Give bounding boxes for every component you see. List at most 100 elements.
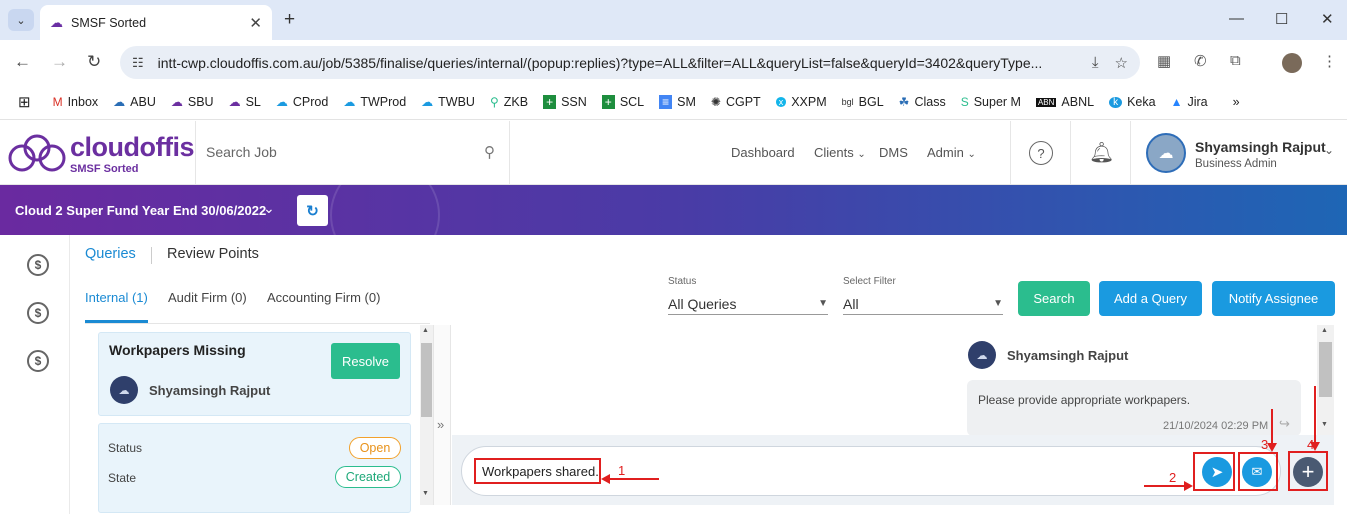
scroll-down-icon[interactable]: ▼	[422, 490, 429, 497]
annotation-number-4: 4	[1307, 437, 1315, 452]
bookmark-twprod[interactable]: ☁ TWProd	[343, 95, 406, 109]
new-tab-icon[interactable]: +	[284, 9, 295, 31]
user-avatar[interactable]: ☁	[1146, 133, 1186, 173]
finance-settings-icon[interactable]: $	[27, 302, 49, 324]
help-icon[interactable]: ?	[1029, 141, 1053, 165]
xero-icon: x	[775, 97, 787, 107]
sheets-icon: +	[543, 95, 557, 109]
apps-grid-icon[interactable]: ⊞	[18, 93, 31, 111]
bookmark-xxpm[interactable]: x XXPM	[775, 95, 827, 109]
subtab-audit-firm[interactable]: Audit Firm (0)	[168, 290, 247, 305]
install-app-icon[interactable]: ⤓	[1092, 54, 1099, 71]
forward-icon[interactable]: →	[51, 52, 68, 72]
bookmark-zkb[interactable]: ⚲ ZKB	[490, 95, 528, 109]
scroll-up-icon[interactable]: ▲	[1321, 327, 1328, 334]
bookmark-ssn[interactable]: + SSN	[543, 95, 587, 109]
tab-search-dropdown-icon[interactable]: ⌄	[8, 9, 34, 31]
message-text: Please provide appropriate workpapers.	[978, 393, 1191, 407]
search-button[interactable]: Search	[1018, 281, 1090, 316]
query-list-scroll-thumb[interactable]	[421, 343, 432, 417]
conversation-scroll-thumb[interactable]	[1319, 342, 1332, 397]
panel-expander[interactable]: »	[433, 325, 451, 505]
query-author: Shyamsingh Rajput	[149, 383, 271, 398]
annotation-number-2: 2	[1169, 470, 1177, 485]
finance-dollar-icon[interactable]: $	[27, 254, 49, 276]
phone-extension-icon[interactable]: ✆	[1194, 52, 1207, 70]
finance-report-icon[interactable]: $	[27, 350, 49, 372]
profile-avatar[interactable]	[1282, 53, 1302, 73]
cloud-icon: ☁	[228, 95, 241, 109]
nav-admin[interactable]: Admin ⌄	[927, 145, 976, 160]
scroll-down-icon[interactable]: ▼	[1321, 421, 1328, 428]
bookmark-cprod[interactable]: ☁ CProd	[276, 95, 328, 109]
bookmark-keka[interactable]: k Keka	[1109, 95, 1156, 109]
bookmark-sm[interactable]: ≡ SM	[659, 95, 696, 109]
bookmark-scl[interactable]: + SCL	[601, 95, 644, 109]
status-badge: Open	[349, 437, 401, 459]
chevron-down-icon: ⌄	[857, 149, 866, 160]
subtab-internal[interactable]: Internal (1)	[85, 290, 148, 305]
back-icon[interactable]: ←	[14, 52, 31, 72]
bookmark-twbu[interactable]: ☁ TWBU	[421, 95, 475, 109]
zkb-icon: ⚲	[489, 95, 499, 109]
resolve-button[interactable]: Resolve	[331, 343, 400, 379]
extensions-icon[interactable]: ⧉	[1230, 52, 1241, 69]
bookmark-inbox[interactable]: M Inbox	[53, 95, 99, 109]
tab-queries[interactable]: Queries	[85, 246, 136, 262]
status-filter-select[interactable]: All Queries ▼	[668, 293, 828, 315]
forward-icon[interactable]: ↪	[1279, 416, 1290, 432]
super-m-icon: S	[960, 95, 969, 109]
bookmark-abu[interactable]: ☁ ABU	[113, 95, 156, 109]
bookmark-class[interactable]: ☘ Class	[899, 95, 946, 109]
job-title[interactable]: Cloud 2 Super Fund Year End 30/06/2022	[15, 203, 266, 218]
bookmark-label: ABNL	[1061, 95, 1095, 109]
close-window-icon[interactable]: ✕	[1321, 10, 1334, 28]
message-timestamp: 21/10/2024 02:29 PM	[1163, 420, 1269, 432]
nav-dashboard[interactable]: Dashboard	[731, 145, 795, 160]
logo-rings-icon	[8, 134, 66, 172]
bookmark-jira[interactable]: ▲ Jira	[1171, 95, 1208, 109]
browser-tab[interactable]: ☁ SMSF Sorted ✕	[40, 5, 272, 40]
header-divider	[509, 121, 510, 185]
app-header	[0, 121, 1347, 185]
url-text[interactable]: intt-cwp.cloudoffis.com.au/job/5385/fina…	[158, 55, 1076, 71]
job-sync-icon[interactable]: ↻	[297, 195, 328, 226]
reload-icon[interactable]: ↻	[87, 52, 101, 72]
add-query-button[interactable]: Add a Query	[1099, 281, 1202, 316]
maximize-icon[interactable]: ☐	[1275, 10, 1288, 28]
bookmark-sbu[interactable]: ☁ SBU	[171, 95, 214, 109]
browser-menu-icon[interactable]: ⋮	[1322, 52, 1337, 70]
qr-extension-icon[interactable]: ▦	[1157, 52, 1171, 70]
search-icon[interactable]: ⚲	[484, 143, 495, 161]
annotation-box-4	[1288, 451, 1328, 491]
site-info-icon[interactable]: ☷	[132, 55, 144, 71]
minimize-icon[interactable]: —	[1229, 10, 1244, 27]
bookmark-sl[interactable]: ☁ SL	[229, 95, 261, 109]
header-divider	[1070, 121, 1071, 185]
tab-review-points[interactable]: Review Points	[167, 246, 259, 262]
bookmark-super-m[interactable]: S Super M	[961, 95, 1021, 109]
job-dropdown-chevron-icon[interactable]: ⌄	[263, 200, 275, 217]
bookmark-star-icon[interactable]: ☆	[1115, 54, 1128, 72]
close-tab-icon[interactable]: ✕	[249, 14, 262, 32]
search-job-input[interactable]: Search Job	[206, 144, 277, 160]
subtab-accounting-firm[interactable]: Accounting Firm (0)	[267, 290, 380, 305]
annotation-line-1	[609, 478, 659, 480]
cloudoffis-logo[interactable]: cloudoffis SMSF Sorted	[8, 132, 195, 176]
bookmark-bgl[interactable]: bgl BGL	[842, 95, 884, 109]
omnibox[interactable]: ☷ intt-cwp.cloudoffis.com.au/job/5385/fi…	[120, 46, 1140, 79]
notification-bell-icon[interactable]: 🔔︎	[1089, 140, 1114, 165]
scroll-up-icon[interactable]: ▲	[422, 327, 429, 334]
cloud-icon: ☁	[343, 95, 356, 109]
nav-dms[interactable]: DMS	[879, 145, 908, 160]
user-menu-chevron-icon[interactable]: ⌄	[1324, 143, 1334, 157]
nav-clients[interactable]: Clients ⌄	[814, 145, 866, 160]
bookmark-cgpt[interactable]: ✺ CGPT	[711, 95, 761, 109]
bookmark-abnl[interactable]: ABN ABNL	[1035, 95, 1095, 109]
more-bookmarks-icon[interactable]: »	[1233, 95, 1240, 109]
annotation-line-2	[1144, 485, 1186, 487]
user-name[interactable]: Shyamsingh Rajput	[1195, 139, 1326, 155]
notify-assignee-button[interactable]: Notify Assignee	[1212, 281, 1335, 316]
select-filter-select[interactable]: All ▼	[843, 293, 1003, 315]
banner-decoration	[330, 160, 440, 270]
